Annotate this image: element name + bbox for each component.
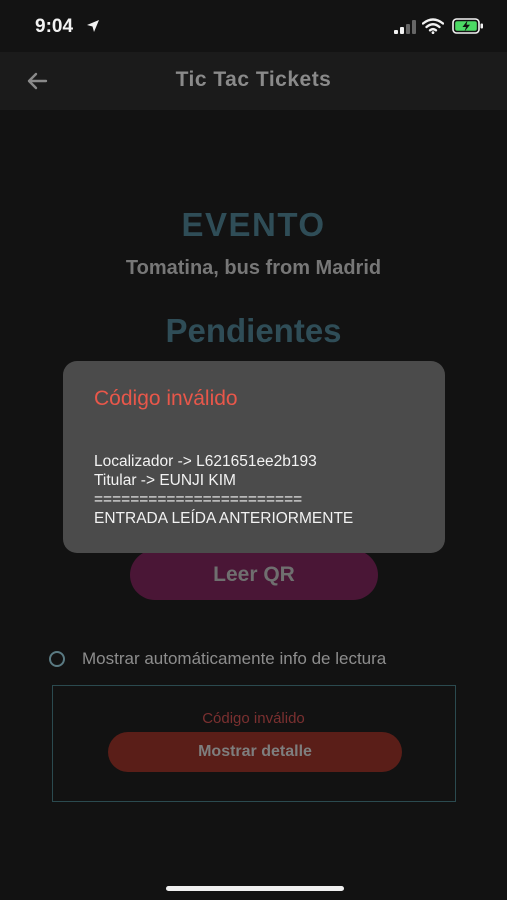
show-detail-button[interactable]: Mostrar detalle (108, 732, 402, 772)
read-qr-button[interactable]: Leer QR (130, 550, 378, 600)
battery-charging-icon (452, 18, 483, 34)
dialog-title: Código inválido (94, 387, 238, 410)
dialog-body: Localizador -> L621651ee2b193 Titular -> … (94, 452, 353, 528)
auto-info-label: Mostrar automáticamente info de lectura (82, 649, 387, 668)
event-name: Tomatina, bus from Madrid (125, 257, 382, 279)
result-status: Código inválido (202, 710, 305, 727)
dialog-line-locator: Localizador -> L621651ee2b193 (94, 453, 317, 470)
app-title: Tic Tac Tickets (175, 68, 332, 91)
dialog-line-holder: Titular -> EUNJI KIM (94, 472, 236, 489)
invalid-code-dialog: Código inválido Localizador -> L621651ee… (63, 361, 445, 553)
auto-info-option[interactable]: Mostrar automáticamente info de lectura (49, 648, 386, 670)
app-bar: Tic Tac Tickets (0, 52, 507, 110)
pending-heading: Pendientes (165, 312, 342, 349)
location-arrow-icon (87, 20, 99, 32)
dialog-line-message: ENTRADA LEÍDA ANTERIORMENTE (94, 510, 354, 527)
event-heading: EVENTO (181, 206, 326, 243)
status-bar: 9:04 (0, 0, 507, 52)
dialog-line-separator: ======================= (94, 491, 303, 508)
wifi-icon (422, 18, 444, 34)
status-time: 9:04 (35, 16, 74, 37)
home-indicator[interactable] (166, 886, 344, 891)
read-result-panel: Código inválido Mostrar detalle (52, 685, 456, 802)
cellular-signal-icon (394, 20, 416, 34)
auto-info-radio[interactable] (49, 651, 65, 667)
